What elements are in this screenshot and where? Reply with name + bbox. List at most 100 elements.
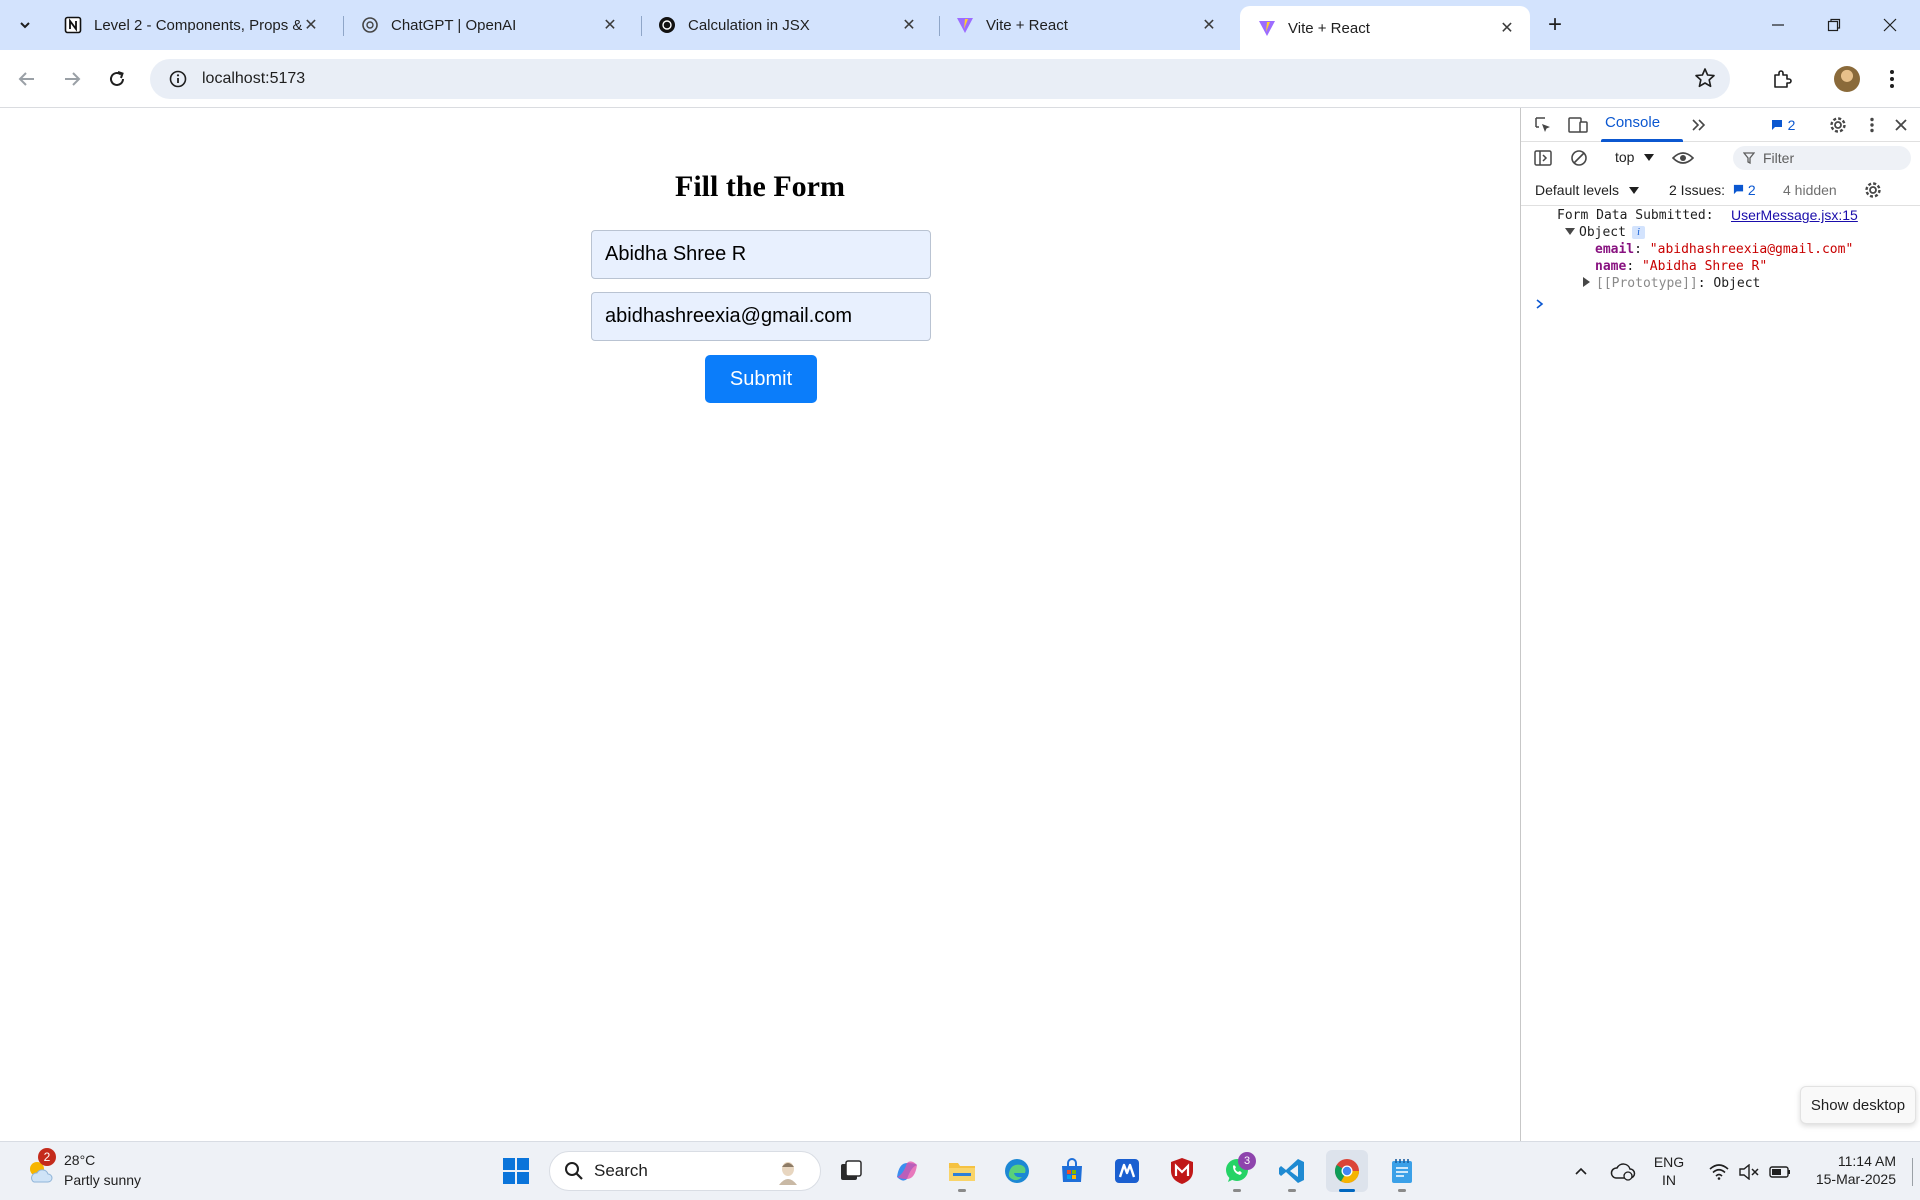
device-toolbar-icon[interactable] [1566,113,1590,137]
log-levels-dropdown[interactable]: Default levels [1535,182,1643,198]
language-indicator[interactable]: ENG IN [1646,1153,1692,1189]
more-tabs-chevron-icon[interactable] [1687,113,1711,137]
restore-button[interactable] [1806,0,1862,50]
extensions-button[interactable] [1765,62,1799,96]
show-hidden-icons-button[interactable] [1566,1142,1596,1200]
live-expression-eye-icon[interactable] [1671,146,1695,170]
whatsapp-button[interactable]: 3 [1216,1150,1258,1192]
reload-icon [110,71,124,86]
minimize-button[interactable] [1750,0,1806,50]
vscode-icon [1279,1159,1304,1183]
taskbar-search[interactable]: Search [549,1151,821,1191]
close-icon[interactable]: ✕ [302,16,320,34]
prototype-toggle[interactable]: [[Prototype]]: Object [1583,276,1760,291]
avatar [1834,66,1860,92]
console-settings-gear-icon[interactable] [1861,178,1885,202]
notepad-button[interactable] [1381,1150,1423,1192]
tab-search-button[interactable] [10,10,40,40]
context-selector[interactable]: top [1615,149,1658,165]
bookmark-star-icon[interactable] [1694,67,1716,94]
console-toolbar: top Filter [1521,142,1920,174]
tab-vite-react[interactable]: Vite + React ✕ [938,6,1232,44]
caret-down-icon [1565,228,1575,235]
task-view-button[interactable] [830,1150,872,1192]
prompt-chevron-icon [1536,299,1544,309]
arrow-right-icon [65,72,81,86]
chevron-down-icon [20,22,30,29]
profile-button[interactable] [1830,62,1864,96]
quick-settings-button[interactable] [1700,1142,1800,1200]
tab-calculation-jsx[interactable]: Calculation in JSX ✕ [640,6,932,44]
issues-counter[interactable]: 2 [1761,113,1805,137]
back-button[interactable] [10,62,44,96]
close-icon[interactable]: ✕ [1200,16,1218,34]
prototype-key: [[Prototype]] [1596,276,1698,291]
devtools-settings-gear-icon[interactable] [1826,113,1850,137]
store-icon [1062,1158,1082,1182]
site-info-icon[interactable] [158,59,198,99]
email-input[interactable] [591,292,931,341]
forward-button[interactable] [55,62,89,96]
app-m-button[interactable] [1106,1150,1148,1192]
whatsapp-badge: 3 [1238,1152,1256,1170]
language-line2: IN [1662,1172,1676,1188]
task-view-icon [841,1160,862,1180]
issues-label: 2 Issues: [1669,182,1726,198]
sidebar-toggle-icon[interactable] [1531,146,1555,170]
tab-level2[interactable]: Level 2 - Components, Props & ✕ [46,6,334,44]
prototype-value: Object [1713,276,1761,291]
file-explorer-button[interactable] [941,1150,983,1192]
cloud-sync-icon [1610,1162,1636,1181]
console-prompt[interactable] [1535,298,1545,314]
tab-title: Calculation in JSX [688,16,810,34]
clear-console-icon[interactable] [1567,146,1591,170]
clock[interactable]: 11:14 AM 15-Mar-2025 [1800,1152,1896,1188]
log-source-link[interactable]: UserMessage.jsx:15 [1731,207,1858,223]
close-devtools-icon[interactable] [1889,113,1913,137]
minimize-icon [1772,24,1784,26]
new-tab-button[interactable]: + [1540,10,1570,40]
filter-placeholder: Filter [1763,150,1795,166]
inspect-element-icon[interactable] [1531,113,1555,137]
info-icon[interactable]: i [1631,226,1645,239]
taskbar: 2 28°C Partly sunny Search 3 ENG IN 11:1… [0,1141,1920,1200]
onedrive-button[interactable] [1606,1142,1640,1200]
tab-console[interactable]: Console [1605,114,1660,131]
close-window-button[interactable] [1862,0,1918,50]
vscode-button[interactable] [1271,1150,1313,1192]
close-icon[interactable]: ✕ [1498,19,1516,37]
object-toggle[interactable]: Object i [1565,225,1645,240]
hidden-count: 4 hidden [1783,182,1837,198]
weather-widget[interactable]: 2 28°C Partly sunny [24,1148,184,1194]
start-button[interactable] [495,1150,537,1192]
tab-chatgpt[interactable]: ChatGPT | OpenAI ✕ [343,6,633,44]
copilot-button[interactable] [886,1150,928,1192]
edge-button[interactable] [996,1150,1038,1192]
console-filter-input[interactable]: Filter [1733,146,1911,170]
clock-date: 15-Mar-2025 [1815,1171,1896,1187]
tab-title: Vite + React [986,16,1068,34]
mcafee-button[interactable] [1161,1150,1203,1192]
close-icon[interactable]: ✕ [601,16,619,34]
caret-down-icon [1628,187,1639,194]
openai-icon [658,16,676,34]
issues-count-text: 2 [1747,182,1756,198]
microsoft-store-button[interactable] [1051,1150,1093,1192]
chrome-menu-button[interactable] [1875,62,1909,96]
property-key: name [1595,259,1627,274]
message-icon [1733,184,1744,195]
address-bar[interactable]: localhost:5173 [150,59,1730,99]
close-icon[interactable]: ✕ [900,16,918,34]
search-highlight-icon [779,1162,797,1185]
reload-button[interactable] [100,62,134,96]
edge-icon [1005,1159,1029,1183]
show-desktop-button[interactable] [1912,1158,1913,1186]
chrome-button[interactable] [1326,1150,1368,1192]
more-vertical-icon[interactable] [1860,113,1884,137]
object-property: email: "abidhashreexia@gmail.com" [1595,242,1854,257]
tab-vite-react-active[interactable]: Vite + React ✕ [1240,6,1530,50]
name-input[interactable] [591,230,931,279]
page-content: Fill the Form Submit [0,108,1520,1141]
issues-link[interactable]: 2 Issues: 2 [1669,182,1756,198]
submit-button[interactable]: Submit [705,355,817,403]
